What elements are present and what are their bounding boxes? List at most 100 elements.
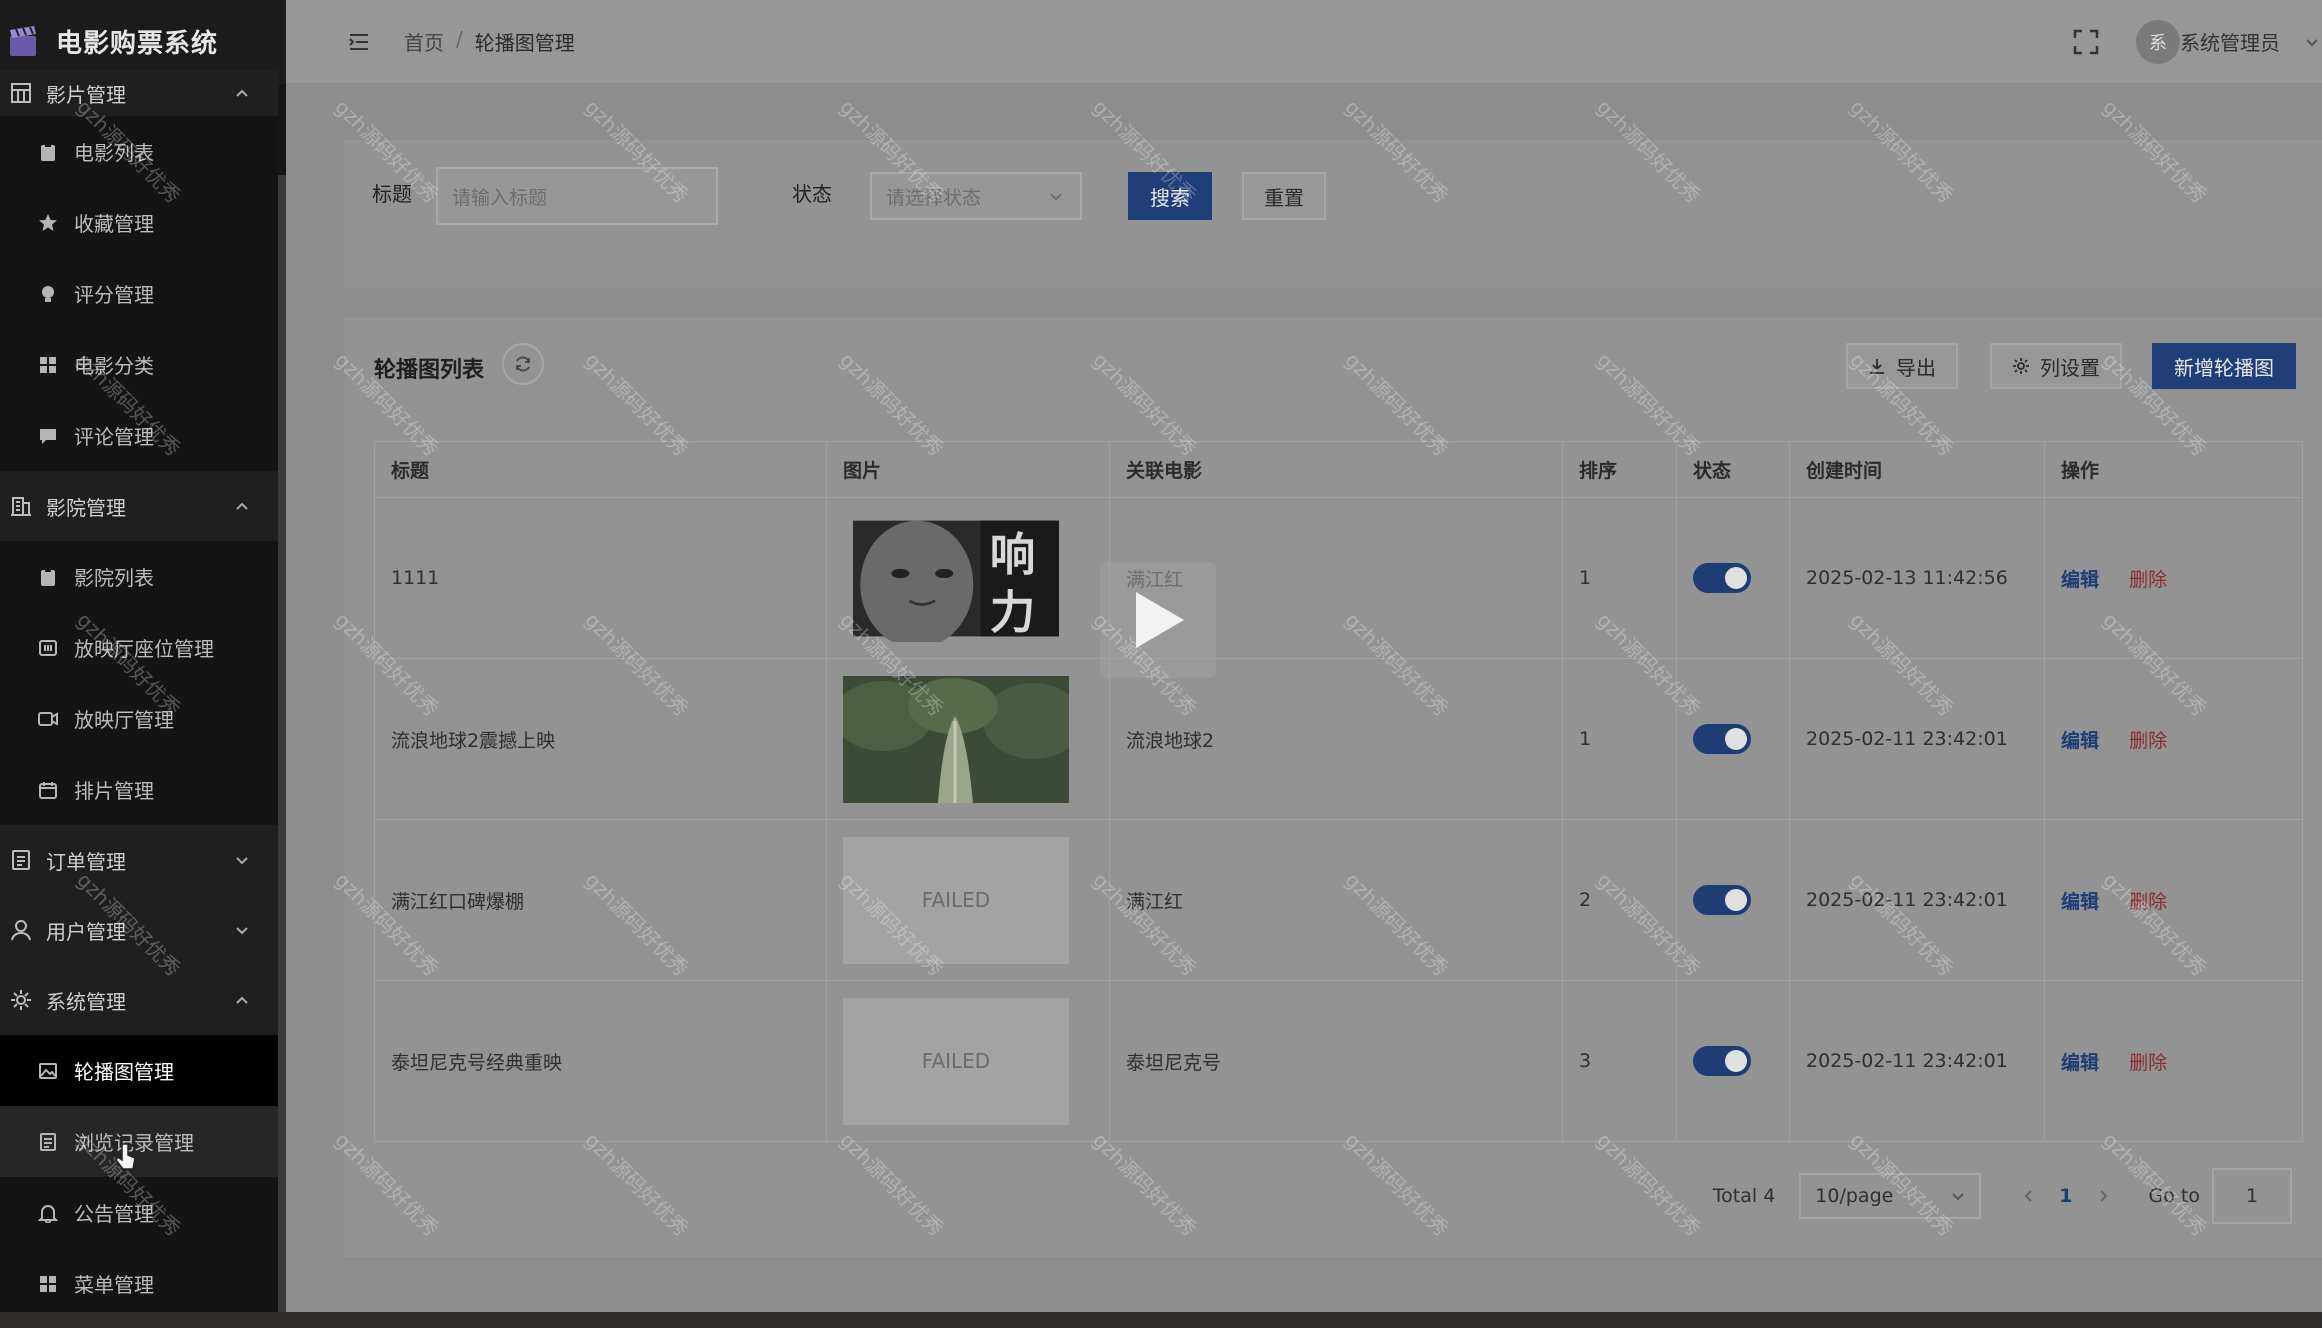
sidebar-item-favorites[interactable]: 收藏管理 xyxy=(0,187,278,258)
camera-icon xyxy=(38,711,58,726)
poster-image[interactable] xyxy=(843,675,1069,803)
cell-image: FAILED xyxy=(826,980,1110,1142)
sidebar-item-menus[interactable]: 菜单管理 xyxy=(0,1248,278,1312)
delete-link[interactable]: 删除 xyxy=(2129,730,2167,752)
menu-group-cinemas[interactable]: 影院管理 xyxy=(0,471,278,541)
cell-movie: 满江红 xyxy=(1109,819,1563,981)
cell-status xyxy=(1676,497,1790,659)
search-form: 标题 请输入标题 状态 请选择状态 搜索 重置 xyxy=(344,140,2322,288)
column-settings-button[interactable]: 列设置 xyxy=(1990,343,2122,389)
title-search-input[interactable]: 请输入标题 xyxy=(436,167,718,225)
sidebar-item-seat-management[interactable]: 放映厅座位管理 xyxy=(0,612,278,683)
top-header: 首页 / 轮播图管理 系 系统管理员 xyxy=(286,0,2322,84)
edit-link[interactable]: 编辑 xyxy=(2061,730,2099,752)
status-toggle[interactable] xyxy=(1693,724,1751,754)
cell-title: 流浪地球2震撼上映 xyxy=(374,658,827,820)
next-page-icon[interactable] xyxy=(2095,1188,2111,1204)
status-toggle[interactable] xyxy=(1693,885,1751,915)
sidebar-item-ratings[interactable]: 评分管理 xyxy=(0,258,278,329)
page-size-select[interactable]: 10/page xyxy=(1799,1173,1982,1219)
sidebar-item-label: 公告管理 xyxy=(74,1202,154,1226)
sidebar-item-categories[interactable]: 电影分类 xyxy=(0,329,278,400)
menu-group-users[interactable]: 用户管理 xyxy=(0,895,278,965)
delete-link[interactable]: 删除 xyxy=(2129,569,2167,591)
export-button[interactable]: 导出 xyxy=(1846,343,1958,389)
cell-movie: 泰坦尼克号 xyxy=(1109,980,1563,1142)
chevron-down-icon[interactable] xyxy=(2304,34,2320,50)
sidebar-item-label: 电影分类 xyxy=(74,354,154,378)
edit-link[interactable]: 编辑 xyxy=(2061,1052,2099,1074)
column-header: 操作 xyxy=(2044,441,2303,498)
clipboard-icon xyxy=(41,142,55,161)
delete-link[interactable]: 删除 xyxy=(2129,1052,2167,1074)
mouse-cursor-icon xyxy=(115,1143,136,1170)
add-carousel-button[interactable]: 新增轮播图 xyxy=(2152,343,2296,389)
sidebar-item-announcements[interactable]: 公告管理 xyxy=(0,1177,278,1248)
hamburger-icon[interactable] xyxy=(348,31,370,53)
cell-status xyxy=(1676,658,1790,820)
pagination: Total 4 10/page 1 Go to 1 xyxy=(1713,1168,2292,1224)
cell-actions: 编辑 删除 xyxy=(2044,980,2303,1142)
goto-page-input[interactable]: 1 xyxy=(2212,1168,2292,1224)
sidebar-item-label: 放映厅管理 xyxy=(74,708,174,732)
menu-group-label: 订单管理 xyxy=(46,849,126,874)
sidebar-item-cinema-list[interactable]: 影院列表 xyxy=(0,541,278,612)
carousel-list-card: 轮播图列表 导出 列设置 新增轮播图 标题 图片 关联电影 排序 状态 创建时间… xyxy=(344,317,2322,1257)
sidebar-item-movie-list[interactable]: 电影列表 xyxy=(0,116,278,187)
menu-group-label: 用户管理 xyxy=(46,919,126,944)
menu-group-label: 影院管理 xyxy=(46,495,126,520)
chevron-up-icon xyxy=(236,996,248,1004)
sidebar-item-label: 影院列表 xyxy=(74,566,154,590)
avatar[interactable]: 系 xyxy=(2136,19,2180,64)
user-name[interactable]: 系统管理员 xyxy=(2180,27,2280,56)
current-page[interactable]: 1 xyxy=(2059,1185,2072,1207)
chevron-down-icon xyxy=(236,927,248,935)
cell-title: 泰坦尼克号经典重映 xyxy=(374,980,827,1142)
toggle-knob xyxy=(1725,889,1747,911)
sidebar-menu: 影片管理 电影列表 收藏管理 评分管理 电影分类 评论管理 影院管理 影院列表 … xyxy=(0,70,278,1312)
reset-button[interactable]: 重置 xyxy=(1242,172,1326,220)
cell-sort: 2 xyxy=(1562,819,1677,981)
sidebar-item-hall-management[interactable]: 放映厅管理 xyxy=(0,683,278,754)
fullscreen-icon[interactable] xyxy=(2072,28,2100,56)
edit-link[interactable]: 编辑 xyxy=(2061,569,2099,591)
menu-group-movies[interactable]: 影片管理 xyxy=(0,70,278,116)
sidebar-scrollbar[interactable] xyxy=(278,175,286,1312)
breadcrumb-home[interactable]: 首页 xyxy=(404,27,444,56)
document-icon xyxy=(12,850,30,870)
bell-icon xyxy=(38,1204,58,1223)
grid-icon xyxy=(11,83,31,103)
edit-link[interactable]: 编辑 xyxy=(2061,891,2099,913)
table-row: 泰坦尼克号经典重映 FAILED 泰坦尼克号 3 2025-02-11 23:4… xyxy=(374,980,2303,1142)
sidebar-item-carousel[interactable]: 轮播图管理 xyxy=(0,1035,278,1106)
status-select-placeholder: 请选择状态 xyxy=(886,186,982,209)
export-label: 导出 xyxy=(1896,355,1936,380)
table-row: 流浪地球2震撼上映 流浪地球2 1 2025-02-11 23:42:01 编辑… xyxy=(374,658,2303,820)
image-failed-placeholder: FAILED xyxy=(843,997,1069,1125)
status-toggle[interactable] xyxy=(1693,1046,1751,1076)
sidebar-item-schedule[interactable]: 排片管理 xyxy=(0,754,278,825)
star-icon xyxy=(39,213,57,231)
sidebar-item-comments[interactable]: 评论管理 xyxy=(0,400,278,471)
calendar-icon xyxy=(39,781,57,799)
menu-group-orders[interactable]: 订单管理 xyxy=(0,825,278,895)
prev-page-icon[interactable] xyxy=(2021,1188,2037,1204)
refresh-button[interactable] xyxy=(502,343,544,385)
status-select[interactable]: 请选择状态 xyxy=(870,172,1082,220)
table-header-row: 标题 图片 关联电影 排序 状态 创建时间 操作 xyxy=(374,441,2303,498)
image-failed-placeholder: FAILED xyxy=(843,836,1069,964)
sidebar-item-browse-history[interactable]: 浏览记录管理 xyxy=(0,1106,278,1177)
video-play-overlay[interactable] xyxy=(1100,562,1216,678)
app-title: 电影购票系统 xyxy=(56,29,219,59)
poster-char-1: 响 xyxy=(990,528,1036,581)
status-toggle[interactable] xyxy=(1693,563,1751,593)
seat-icon xyxy=(39,639,57,656)
image-icon xyxy=(39,1062,57,1079)
menu-group-system[interactable]: 系统管理 xyxy=(0,965,278,1035)
play-icon xyxy=(1136,592,1184,648)
menu-group-label: 影片管理 xyxy=(46,82,126,107)
sidebar-item-label: 轮播图管理 xyxy=(74,1060,174,1084)
poster-image[interactable]: 响 力 xyxy=(853,515,1059,642)
delete-link[interactable]: 删除 xyxy=(2129,891,2167,913)
search-button[interactable]: 搜索 xyxy=(1128,172,1212,220)
